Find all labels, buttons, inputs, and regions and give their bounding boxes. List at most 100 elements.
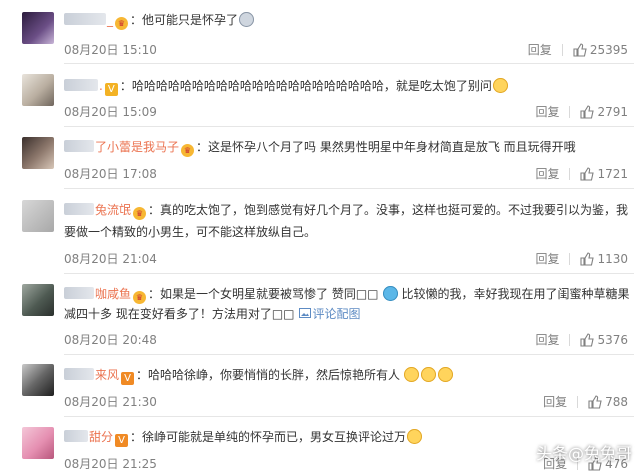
comment-body: ：哈哈哈徐峥，你要悄悄的长胖，然后惊艳所有人 [136, 368, 401, 382]
username[interactable]: _ [64, 13, 113, 27]
username[interactable]: 甜分 [64, 430, 113, 444]
divider [569, 105, 571, 118]
comment-actions: 回复 5376 [535, 331, 628, 348]
reply-button[interactable]: 回复 [535, 331, 559, 348]
verified-badge-icon: V [121, 372, 135, 385]
comment-text: _ ♛ ：他可能只是怀孕了 [64, 9, 632, 31]
comment-body: 哈哈哈哈哈哈哈哈哈哈哈哈哈哈哈哈哈哈哈哈哈，就是吃太饱了别问 [131, 79, 492, 93]
emoji-icon [438, 367, 454, 382]
emoji-icon [407, 429, 423, 444]
reply-button[interactable]: 回复 [543, 393, 567, 410]
verified-badge-icon: V [115, 434, 129, 447]
blurred-name [64, 430, 88, 442]
reply-button[interactable]: 回复 [535, 165, 559, 182]
like-button[interactable]: 1721 [580, 167, 628, 181]
comment-text: 来风 V ：哈哈哈徐峥，你要悄悄的长胖，然后惊艳所有人 [64, 364, 632, 386]
divider [569, 167, 571, 180]
row-divider [64, 416, 634, 417]
comment-body: ：如果是一个女明星就要被骂惨了 赞同□□ [148, 287, 379, 301]
emoji-icon [421, 367, 437, 382]
username[interactable]: 咖咸鱼 [64, 287, 131, 301]
comment-body: ：徐峥可能就是单纯的怀孕而已，男女互换评论过万 [130, 430, 407, 444]
comment-text-line2: 减四十多 现在变好看多了！方法用对了□□ 评论配图 [64, 303, 632, 325]
avatar[interactable] [22, 200, 54, 232]
reply-button[interactable]: 回复 [535, 103, 559, 120]
comment-time: 08月20日 21:04 [64, 252, 157, 266]
comment-time: 08月20日 17:08 [64, 167, 157, 181]
avatar[interactable] [22, 427, 54, 459]
thumbs-up-icon [580, 332, 595, 347]
comment-time: 08月20日 15:09 [64, 105, 157, 119]
avatar[interactable] [22, 74, 54, 106]
reply-button[interactable]: 回复 [528, 41, 552, 58]
vip-icon: ♛ [181, 144, 195, 157]
like-button[interactable]: 5376 [580, 333, 628, 347]
row-divider [64, 63, 634, 64]
avatar[interactable] [22, 284, 54, 316]
divider [569, 333, 571, 346]
emoji-icon [382, 286, 398, 301]
thumbs-up-icon [573, 42, 587, 57]
emoji-icon [404, 367, 420, 382]
like-button[interactable]: 1130 [580, 252, 628, 266]
like-count: 1721 [597, 166, 628, 181]
comment-image-link[interactable]: 评论配图 [313, 307, 361, 321]
blurred-name [64, 79, 98, 91]
comment-time: 08月20日 21:25 [64, 457, 157, 471]
comment-text: 咖咸鱼 ♛ ：如果是一个女明星就要被骂惨了 赞同□□ 比较懒的我，幸好我现在用了闺蜜种… [64, 283, 632, 305]
comment-body: ：他可能只是怀孕了 [130, 13, 239, 27]
thumbs-up-icon [580, 251, 595, 266]
comment-body: ：真的吃太饱了，饱到感觉有好几个月了。没事，这样也挺可爱的。不过我要引以为鉴，我… [64, 203, 629, 239]
image-icon [298, 308, 311, 318]
thumbs-up-icon [588, 394, 602, 409]
like-button[interactable]: 2791 [580, 105, 628, 119]
comment-time: 08月20日 15:10 [64, 43, 157, 57]
like-count: 2791 [597, 104, 628, 119]
blurred-name [64, 203, 94, 215]
comment-body-end: 减四十多 现在变好看多了！方法用对了□□ [64, 307, 295, 321]
row-divider [64, 188, 634, 189]
vip-icon: ♛ [115, 17, 128, 30]
row-divider [64, 273, 634, 274]
reply-button[interactable]: 回复 [535, 250, 559, 267]
watermark: 头条@兔兔哥 [535, 444, 632, 463]
verified-badge-icon: V [104, 83, 118, 96]
divider [577, 395, 579, 408]
emoji-icon [239, 12, 255, 27]
like-count: 25395 [589, 42, 628, 57]
divider [561, 43, 563, 56]
comment-time: 08月20日 20:48 [64, 333, 157, 347]
like-button[interactable]: 788 [588, 395, 628, 409]
emoji-icon [492, 78, 508, 93]
thumbs-up-icon [580, 166, 595, 181]
divider [569, 252, 571, 265]
blurred-name [64, 13, 106, 25]
like-count: 5376 [597, 332, 628, 347]
blurred-name [64, 140, 94, 152]
username[interactable]: 兔流氓 [64, 203, 131, 217]
comment-text: 兔流氓 ♛ ：真的吃太饱了，饱到感觉有好几个月了。没事，这样也挺可爱的。不过我要引以… [64, 199, 632, 243]
username[interactable]: 了小蕾是我马子 [64, 140, 179, 154]
comment-time: 08月20日 21:30 [64, 395, 157, 409]
row-divider [64, 126, 634, 127]
comment-actions: 回复 25395 [528, 41, 628, 58]
comment-actions: 回复 788 [543, 393, 628, 410]
like-count: 1130 [597, 251, 628, 266]
comment-body: ：这是怀孕八个月了吗 果然男性明星中年身材简直是放飞 而且玩得开哦 [196, 140, 576, 154]
vip-icon: ♛ [133, 207, 147, 220]
blurred-name [64, 287, 94, 299]
like-button[interactable]: 25395 [573, 43, 628, 57]
blurred-name [64, 368, 94, 380]
thumbs-up-icon [580, 104, 595, 119]
comment-body-continued: 比较懒的我，幸好我现在用了闺蜜种草糖果 [401, 287, 630, 301]
username[interactable]: 来风 [64, 368, 119, 382]
comment-text: 了小蕾是我马子 ♛ ：这是怀孕八个月了吗 果然男性明星中年身材简直是放飞 而且玩得开… [64, 136, 632, 158]
like-count: 788 [605, 394, 628, 409]
username[interactable]: . [64, 79, 103, 93]
comment-actions: 回复 1721 [535, 165, 628, 182]
avatar[interactable] [22, 364, 54, 396]
avatar[interactable] [22, 137, 54, 169]
comment-actions: 回复 1130 [535, 250, 628, 267]
avatar[interactable] [22, 12, 54, 44]
comment-actions: 回复 2791 [535, 103, 628, 120]
